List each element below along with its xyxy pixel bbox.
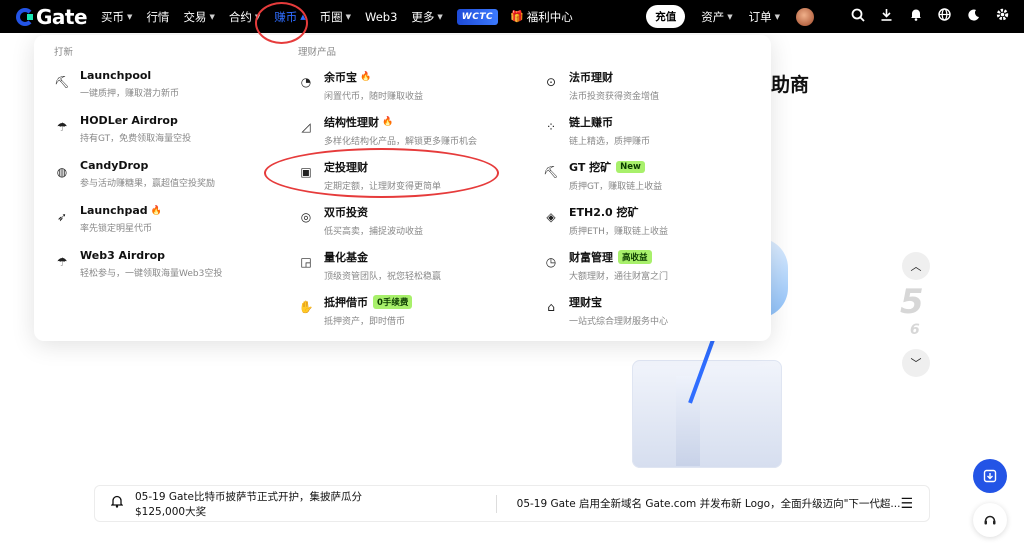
high-yield-badge: 高收益 (618, 250, 652, 264)
hero-glass-graphic (632, 360, 782, 468)
new-badge: New (616, 161, 645, 173)
menu-item-gt-mining[interactable]: ⛏ GT 挖矿 New 质押GT，赚取链上收益 (543, 159, 763, 192)
menu-item-wealth-management[interactable]: ◷ 财富管理 高收益 大额理财，通往财富之门 (543, 249, 763, 282)
announcement-text-1[interactable]: 05-19 Gate比特币披萨节正式开护，集披萨瓜分$125,000大奖 (135, 489, 396, 519)
menu-item-auto-invest[interactable]: ▣ 定投理财 定期定额，让理财变得更简单 (298, 159, 518, 192)
rocket-icon: ➶ (56, 210, 68, 224)
menu-item-licaibao[interactable]: ⌂ 理财宝 一站式综合理财服务中心 (543, 294, 763, 327)
menu-item-launchpool[interactable]: ⛏ Launchpool 一键质押，赚取潜力新币 (54, 69, 274, 99)
main-nav: 买币 ▼ 行情 交易 ▼ 合约 ▼ 赚币 ▲ 币圈 ▼ Web3 更多 ▼ WCTC 🎁 福利… (101, 8, 587, 25)
nav-item-trade[interactable]: 交易 ▼ (183, 9, 214, 25)
fire-icon: 🔥 (382, 117, 394, 127)
nav-item-markets[interactable]: 行情 (146, 9, 169, 25)
deposit-button[interactable]: 充值 (646, 5, 686, 28)
customer-support-button[interactable] (973, 503, 1007, 537)
chevron-up-icon: ▲ (300, 12, 306, 21)
mining-icon: ⛏ (543, 165, 559, 179)
chevron-down-icon: ﹀ (910, 357, 922, 370)
quant-fund-icon: ◲ (300, 255, 312, 269)
top-nav-bar: Gate 买币 ▼ 行情 交易 ▼ 合约 ▼ 赚币 ▲ 币圈 ▼ Web3 更多 ▼ WCT… (0, 0, 1024, 33)
download-icon (983, 469, 997, 483)
wctc-badge[interactable]: WCTC (456, 8, 499, 25)
gate-logo-icon (16, 7, 34, 26)
menu-item-quant-fund[interactable]: ◲ 量化基金 顶级资管团队，祝您轻松稳赢 (298, 249, 518, 282)
chevron-down-icon: ▼ (437, 12, 443, 21)
announcement-bar: 05-19 Gate比特币披萨节正式开护，集披萨瓜分$125,000大奖 05-… (94, 485, 930, 522)
dual-coin-icon: ◎ (300, 210, 312, 224)
bell-icon[interactable] (908, 8, 923, 25)
structured-icon: ◿ (301, 120, 311, 134)
calendar-invest-icon: ▣ (300, 165, 312, 179)
top-right-actions: 充值 资产 ▼ 订单 ▼ (646, 5, 1010, 28)
announcement-text-2[interactable]: 05-19 Gate 启用全新域名 Gate.com 并发布新 Logo，全面升… (517, 496, 901, 511)
chevron-down-icon: ▼ (727, 12, 733, 21)
divider (495, 494, 497, 513)
nav-item-welfare[interactable]: 🎁 福利中心 (510, 9, 573, 25)
assets-menu[interactable]: 资产 ▼ (701, 9, 732, 25)
globe-icon[interactable] (937, 8, 952, 25)
headset-icon (984, 515, 996, 525)
menu-item-fiat-earn[interactable]: ⊙ 法币理财 法币投资获得资金增值 (543, 69, 763, 102)
menu-item-structured[interactable]: ◿ 结构性理财 🔥 多样化结构化产品，解锁更多赚币机会 (298, 114, 518, 147)
gear-icon[interactable] (995, 8, 1010, 25)
download-app-button[interactable] (973, 459, 1007, 493)
gate-logo[interactable]: Gate (16, 4, 88, 29)
menu-item-crypto-loan[interactable]: ✋ 抵押借币 0手续费 抵押资产，即时借币 (298, 294, 518, 327)
chevron-up-icon: ︿ (910, 260, 922, 273)
carousel-page-current: 5 (900, 282, 924, 322)
brand-name: Gate (36, 4, 88, 29)
avatar[interactable] (796, 7, 814, 26)
nav-item-futures[interactable]: 合约 ▼ (229, 9, 260, 25)
carousel-up-button[interactable]: ︿ (902, 252, 930, 280)
menu-item-hodler-airdrop[interactable]: ☂ HODLer Airdrop 持有GT，免费领取海量空投 (54, 114, 274, 144)
hero-title: 助商 (771, 74, 810, 96)
orders-menu[interactable]: 订单 ▼ (749, 9, 780, 25)
chain-earn-icon: ⁘ (545, 120, 557, 134)
airdrop-icon: ☂ (56, 255, 68, 269)
chevron-down-icon: ▼ (254, 12, 261, 21)
menu-item-dual-investment[interactable]: ◎ 双币投资 低买高卖，捕捉波动收益 (298, 204, 518, 237)
fire-icon: 🔥 (150, 205, 162, 216)
wealth-chart-icon: ◷ (545, 255, 557, 269)
chevron-down-icon: ▼ (209, 12, 215, 21)
download-icon[interactable] (879, 8, 894, 25)
column-title-products: 理财产品 (298, 47, 337, 58)
menu-item-web3-airdrop[interactable]: ☂ Web3 Airdrop 轻松参与，一键领取海量Web3空投 (54, 249, 274, 279)
parachute-icon: ☂ (56, 120, 68, 134)
menu-item-candydrop[interactable]: ◍ CandyDrop 参与活动赚糖果，赢超值空投奖励 (54, 159, 274, 189)
loan-icon: ✋ (298, 300, 314, 314)
search-icon[interactable] (850, 8, 865, 26)
menu-item-launchpad[interactable]: ➶ Launchpad 🔥 率先锁定明星代币 (54, 204, 274, 234)
candy-icon: ◍ (56, 165, 68, 179)
earn-dropdown-panel: 打新 理财产品 ⛏ Launchpool 一键质押，赚取潜力新币 ☂ HODLer… (34, 35, 771, 341)
column-title-launch: 打新 (54, 47, 74, 58)
chevron-down-icon: ▼ (774, 12, 780, 21)
eth-icon: ◈ (546, 210, 556, 224)
menu-item-onchain-earn[interactable]: ⁘ 链上赚币 链上精选，质押赚币 (543, 114, 763, 147)
chevron-down-icon: ▼ (345, 12, 351, 21)
carousel-down-button[interactable]: ﹀ (902, 349, 930, 377)
fire-icon: 🔥 (360, 72, 372, 82)
piggy-bank-icon: ◔ (300, 75, 312, 89)
moon-icon[interactable] (966, 9, 981, 25)
fiat-icon: ⊙ (545, 75, 557, 89)
menu-icon[interactable]: ☰ (900, 496, 913, 512)
pickaxe-icon: ⛏ (54, 75, 70, 89)
carousel-page-next: 6 (910, 322, 920, 338)
zero-fee-badge: 0手续费 (373, 295, 413, 309)
nav-item-earn[interactable]: 赚币 ▲ (274, 9, 305, 25)
gift-icon: 🎁 (510, 10, 524, 23)
nav-item-community[interactable]: 币圈 ▼ (320, 9, 351, 25)
chevron-down-icon: ▼ (127, 12, 133, 21)
nav-item-more[interactable]: 更多 ▼ (411, 9, 442, 25)
nav-item-web3[interactable]: Web3 (365, 10, 397, 24)
nav-item-buy[interactable]: 买币 ▼ (101, 9, 132, 25)
menu-item-eth-mining[interactable]: ◈ ETH2.0 挖矿 质押ETH，赚取链上收益 (543, 204, 763, 237)
bell-icon (110, 495, 124, 512)
wallet-icon: ⌂ (547, 300, 555, 314)
menu-item-yubibao[interactable]: ◔ 余币宝 🔥 闲置代币，随时赚取收益 (298, 69, 518, 102)
